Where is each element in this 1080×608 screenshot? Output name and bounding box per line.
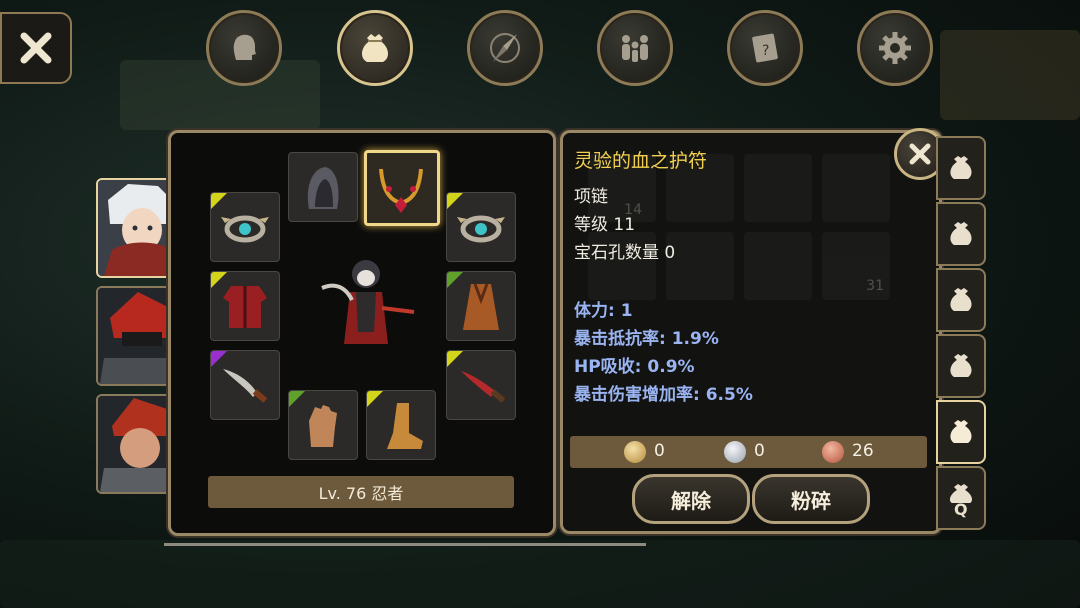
background-rooftop [940,30,1080,120]
boot-icon [387,403,423,449]
bag-tab-quest[interactable]: Q [936,466,986,530]
bag-tab-1[interactable] [936,136,986,200]
slot-gloves[interactable] [288,390,358,460]
close-icon [909,143,931,165]
head-icon [233,34,256,60]
bag-icon [361,34,389,62]
stat-crit-damage: 暴击伤害增加率: 6.5% [574,385,753,405]
slot-necklace[interactable] [364,150,440,226]
slot-armor[interactable] [210,271,280,341]
bag-icon [950,288,972,311]
dagger-icon [223,369,268,403]
tab-inventory[interactable] [337,10,413,86]
gold-coin-icon [624,441,646,463]
unequip-button[interactable]: 解除 [632,474,750,524]
background-ground [0,540,1080,608]
cloak-icon [463,283,499,330]
ghost-slot [822,154,890,222]
smash-button[interactable]: 粉碎 [752,474,870,524]
ring-icon [457,215,505,243]
bag-tab-5[interactable] [936,400,986,464]
bag-icon [950,420,972,443]
ghost-count: 31 [866,278,884,294]
bag-tab-letter: Q [954,500,968,519]
bag-tab-3[interactable] [936,268,986,332]
tab-quests[interactable]: ? [727,10,803,86]
silver-coin-icon [724,441,746,463]
bag-tab-4[interactable] [936,334,986,398]
ghost-slot [744,232,812,300]
slot-weapon-right[interactable] [446,350,516,420]
currency-bar: 0 0 26 [570,436,927,468]
slot-boots[interactable] [366,390,436,460]
svg-text:?: ? [762,43,769,59]
scroll-icon: ? [752,33,778,63]
ring-icon [221,215,269,243]
divider [164,543,646,546]
glove-icon [309,405,337,447]
necklace-icon [379,168,423,213]
bag-icon [950,156,972,179]
tab-party[interactable] [597,10,673,86]
ghost-slot: 31 [822,232,890,300]
stat-stamina: 体力: 1 [574,301,633,321]
silver-amount: 0 [754,441,765,461]
slot-cloak[interactable] [446,271,516,341]
gear-icon [879,32,911,64]
level-class-bar: Lv. 76 忍者 [208,476,514,508]
slot-weapon-left[interactable] [210,350,280,420]
people-icon [622,35,648,62]
bag-icon [950,222,972,245]
tab-settings[interactable] [857,10,933,86]
character-figure [316,252,416,362]
slot-ring-right[interactable] [446,192,516,262]
item-name: 灵验的血之护符 [574,150,708,172]
slot-ring-left[interactable] [210,192,280,262]
copper-amount: 26 [852,441,874,461]
item-socket-count: 宝石孔数量 0 [574,243,676,263]
copper-coin-icon [822,441,844,463]
bag-icon [950,354,972,377]
stat-hp-absorb: HP吸收: 0.9% [574,357,695,377]
stat-crit-resist: 暴击抵抗率: 1.9% [574,329,719,349]
ghost-slot [744,154,812,222]
gold-amount: 0 [654,441,665,461]
slot-helmet[interactable] [288,152,358,222]
armor-icon [223,286,267,328]
ghost-slot [666,232,734,300]
blade-icon [461,371,506,403]
hood-icon [307,167,339,209]
tab-skills[interactable] [467,10,543,86]
close-inventory-button[interactable] [0,12,72,84]
close-icon [20,32,52,64]
item-type: 项链 [574,187,608,207]
tab-character[interactable] [206,10,282,86]
bag-tab-2[interactable] [936,202,986,266]
compass-icon [490,33,520,63]
item-level: 等级 11 [574,215,636,235]
